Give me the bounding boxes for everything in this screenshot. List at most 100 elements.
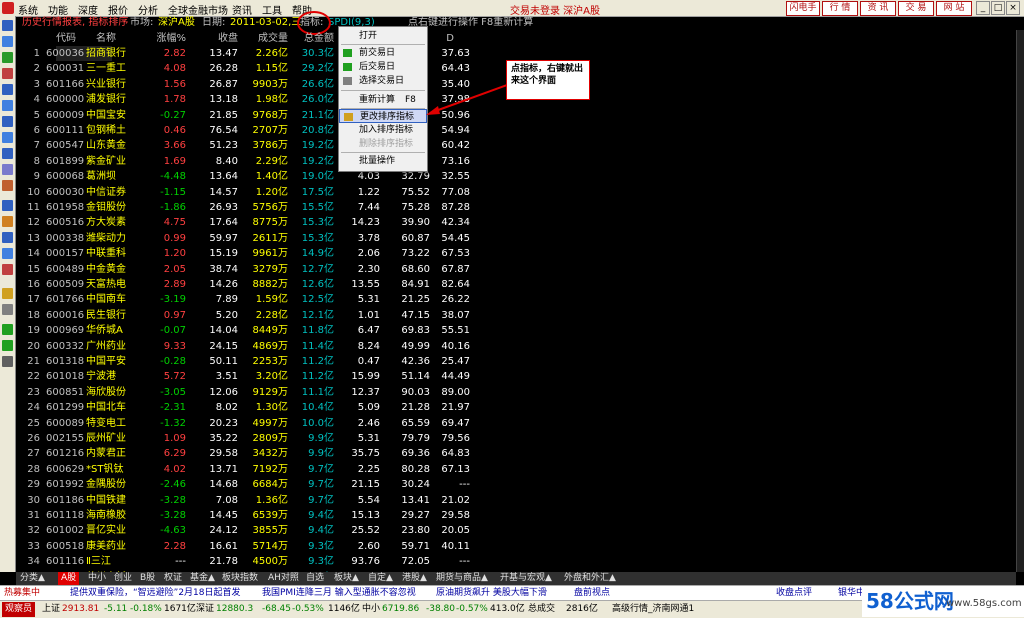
- col-d[interactable]: D: [424, 32, 454, 46]
- table-row[interactable]: 24 601299 中国北车 -2.31 8.02 1.30亿 10.4亿 5.09 21.28…: [16, 400, 1016, 415]
- website-button[interactable]: 网 站: [936, 1, 972, 16]
- menu-item-open[interactable]: 打开: [339, 29, 427, 43]
- kline-icon[interactable]: [2, 68, 13, 79]
- news-item[interactable]: 提供双重保险，“智远避险”2月18日起首发: [70, 586, 241, 601]
- news-item[interactable]: 我国PMI连降三月 输入型通胀不容忽视: [262, 586, 416, 601]
- maximize-button[interactable]: □: [991, 1, 1005, 15]
- tab-foreign[interactable]: 外盘和外汇▲: [564, 572, 616, 585]
- search-icon[interactable]: [2, 164, 13, 175]
- table-row[interactable]: 6 600111 包钢稀土 0.46 76.54 2707万 20.8亿 54.94: [16, 123, 1016, 138]
- table-row[interactable]: 20 600332 广州药业 9.33 24.15 4869万 11.4亿 8.24 49.99…: [16, 339, 1016, 354]
- tab-futures[interactable]: 期货与商品▲: [436, 572, 488, 585]
- tab-warrant[interactable]: 权证: [164, 572, 182, 585]
- table-row[interactable]: 25 600089 特变电工 -1.32 20.23 4997万 10.0亿 2.46 65.5…: [16, 416, 1016, 431]
- tool-icon[interactable]: [2, 304, 13, 315]
- menu-item-batch[interactable]: 批量操作: [339, 154, 427, 168]
- quote-button[interactable]: 行 情: [822, 1, 858, 16]
- table-row[interactable]: 19 000969 华侨城A -0.07 14.04 8449万 11.8亿 6.47 69.8…: [16, 323, 1016, 338]
- col-amount[interactable]: 总金额: [278, 32, 334, 46]
- chart-icon[interactable]: [2, 52, 13, 63]
- menu-item-change-sort-indicator[interactable]: 更改排序指标: [339, 109, 427, 123]
- tab-watchlist[interactable]: 自选: [306, 572, 324, 585]
- market-value[interactable]: 深沪A股: [158, 16, 195, 30]
- menu-news[interactable]: 资讯: [232, 2, 252, 17]
- menu-global-market[interactable]: 全球金融市场: [168, 2, 228, 17]
- forward-arrow-icon[interactable]: [2, 340, 13, 351]
- menu-item-add-sort-indicator[interactable]: 加入排序指标: [339, 123, 427, 137]
- news-item[interactable]: 原油期货飙升 美股大幅下滑: [436, 586, 547, 601]
- table-row[interactable]: 18 600016 民生银行 0.97 5.20 2.28亿 12.1亿 1.01 47.15 3…: [16, 308, 1016, 323]
- menu-item-recalc[interactable]: 重新计算 F8: [339, 93, 427, 107]
- tab-sector[interactable]: 板块▲: [334, 572, 359, 585]
- menu-analysis[interactable]: 分析: [138, 2, 158, 17]
- tab-category[interactable]: 分类▲: [20, 572, 45, 585]
- tab-open-fund[interactable]: 开基与宏观▲: [500, 572, 552, 585]
- table-row[interactable]: 15 600489 中金黄金 2.05 38.74 3279万 12.7亿 2.30 68.60…: [16, 262, 1016, 277]
- f-icon[interactable]: [2, 132, 13, 143]
- table-row[interactable]: 16 600509 天富热电 2.89 14.26 8882万 12.6亿 13.55 84.9…: [16, 277, 1016, 292]
- tab-fund[interactable]: 基金▲: [190, 572, 215, 585]
- table-row[interactable]: 17 601766 中国南车 -3.19 7.89 1.59亿 12.5亿 5.31 21.25…: [16, 292, 1016, 307]
- table-row[interactable]: 14 000157 中联重科 1.20 15.19 9961万 14.9亿 2.06 73.22…: [16, 246, 1016, 261]
- table-row[interactable]: 13 000338 潍柴动力 0.99 59.97 2611万 15.3亿 3.78 60.87…: [16, 231, 1016, 246]
- table-row[interactable]: 21 601318 中国平安 -0.28 50.11 2253万 11.2亿 0.47 42.3…: [16, 354, 1016, 369]
- news-item[interactable]: 热募集中: [4, 586, 40, 601]
- menu-quote[interactable]: 报价: [108, 2, 128, 17]
- table-row[interactable]: 31 601118 海南橡胶 -3.28 14.45 6539万 9.4亿 15.13 29.2…: [16, 508, 1016, 523]
- table-row[interactable]: 26 002155 辰州矿业 1.09 35.22 2809万 9.9亿 5.31 79.79 7…: [16, 431, 1016, 446]
- report-icon[interactable]: [2, 84, 13, 95]
- settings-icon[interactable]: [2, 356, 13, 367]
- layout-icon[interactable]: [2, 232, 13, 243]
- table-row[interactable]: 9 600068 葛洲坝 -4.48 13.64 1.40亿 19.0亿 4.03 32.79 3…: [16, 169, 1016, 184]
- table-row[interactable]: 34 601116 Ⅱ三江 --- 21.78 4500万 9.3亿 93.76 72.05 --…: [16, 554, 1016, 569]
- news-button[interactable]: 资 讯: [860, 1, 896, 16]
- menu-item-next-day[interactable]: 后交易日: [339, 60, 427, 74]
- tab-sector-index[interactable]: 板块指数: [222, 572, 258, 585]
- window-icon[interactable]: [2, 200, 13, 211]
- tile-icon[interactable]: [2, 248, 13, 259]
- tab-ah[interactable]: AH对照: [268, 572, 299, 585]
- minimize-button[interactable]: _: [976, 1, 990, 15]
- back-arrow-icon[interactable]: [2, 324, 13, 335]
- menu-tools[interactable]: 工具: [262, 2, 282, 17]
- table-row[interactable]: 8 601899 紫金矿业 1.69 8.40 2.29亿 19.2亿 73.16: [16, 154, 1016, 169]
- tab-b-share[interactable]: B股: [140, 572, 155, 585]
- table-row[interactable]: 27 601216 内蒙君正 6.29 29.58 3432万 9.9亿 35.75 69.36…: [16, 446, 1016, 461]
- fz-icon[interactable]: [2, 148, 13, 159]
- list-icon[interactable]: [2, 20, 13, 31]
- col-code[interactable]: 代码: [46, 32, 86, 46]
- col-name[interactable]: 名称: [96, 32, 136, 46]
- news-item[interactable]: 银华中: [838, 586, 865, 601]
- tab-custom[interactable]: 自定▲: [368, 572, 393, 585]
- vertical-scrollbar[interactable]: [1016, 30, 1024, 572]
- table-row[interactable]: 28 600629 *ST钒钛 4.02 13.71 7192万 9.7亿 2.25 80.28…: [16, 462, 1016, 477]
- news-item[interactable]: 收盘点评: [776, 586, 812, 601]
- table-row[interactable]: 29 601992 金隅股份 -2.46 14.68 6684万 9.7亿 21.15 30.2…: [16, 477, 1016, 492]
- grid-icon[interactable]: [2, 36, 13, 47]
- magnifier-icon[interactable]: [2, 180, 13, 191]
- trade-button[interactable]: 交 易: [898, 1, 934, 16]
- date-value[interactable]: 2011-03-02,三: [230, 16, 301, 30]
- tab-sme[interactable]: 中小: [88, 572, 106, 585]
- table-row[interactable]: 30 601186 中国铁建 -3.28 7.08 1.36亿 9.7亿 5.54 13.41 2…: [16, 493, 1016, 508]
- flash-hand-button[interactable]: 闪电手: [786, 1, 820, 16]
- alert-icon[interactable]: [2, 264, 13, 275]
- news-item[interactable]: 盘前视点: [574, 586, 610, 601]
- tab-a-share[interactable]: A股: [58, 572, 80, 585]
- table-row[interactable]: 12 600516 方大炭素 4.75 17.64 8775万 15.3亿 14.23 39.9…: [16, 215, 1016, 230]
- table-row[interactable]: 10 600030 中信证券 -1.15 14.57 1.20亿 17.5亿 1.22 75.5…: [16, 185, 1016, 200]
- table-row[interactable]: 33 600518 康美药业 2.28 16.61 5714万 9.3亿 2.60 59.71 4…: [16, 539, 1016, 554]
- folder-icon[interactable]: [2, 288, 13, 299]
- tab-hk[interactable]: 港股▲: [402, 572, 427, 585]
- col-change[interactable]: 涨幅%: [142, 32, 186, 46]
- menu-item-prev-day[interactable]: 前交易日: [339, 46, 427, 60]
- col-close[interactable]: 收盘: [186, 32, 238, 46]
- menu-function[interactable]: 功能: [48, 2, 68, 17]
- f10-icon[interactable]: [2, 100, 13, 111]
- menu-depth[interactable]: 深度: [78, 2, 98, 17]
- table-row[interactable]: 23 600851 海欣股份 -3.05 12.06 9129万 11.1亿 12.37 90.…: [16, 385, 1016, 400]
- menu-system[interactable]: 系统: [18, 2, 38, 17]
- close-button[interactable]: ×: [1006, 1, 1020, 15]
- table-row[interactable]: 32 601002 晋亿实业 -4.63 24.12 3855万 9.4亿 25.52 23.8…: [16, 523, 1016, 538]
- table-row[interactable]: 11 601958 金钼股份 -1.86 26.93 5756万 15.5亿 7.44 75.2…: [16, 200, 1016, 215]
